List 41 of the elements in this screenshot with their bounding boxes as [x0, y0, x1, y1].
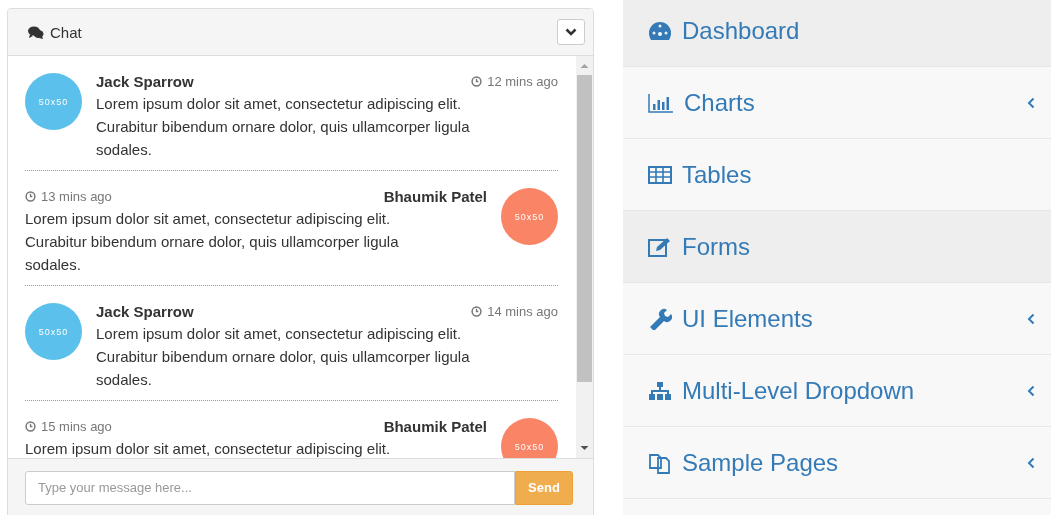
message-text: Lorem ipsum dolor sit amet, consectetur adipiscing elit. [25, 439, 392, 458]
avatar-label: 50x50 [514, 441, 545, 452]
sidebar-item[interactable]: Dashboard [623, 0, 1051, 67]
clock-icon [471, 306, 483, 317]
clock-icon [471, 76, 483, 87]
panel-title: Chat [28, 23, 82, 41]
message-input[interactable]: Type your message here... [25, 470, 515, 505]
files-icon [648, 451, 672, 474]
clock-icon [25, 191, 36, 202]
message-text: Lorem ipsum dolor sit amet, consectetur adipiscing elit. Curabitur bibendum ornare dolor, quis ullamcorper ligula sodales. [96, 324, 471, 390]
table-icon [648, 165, 672, 184]
message-time: 15 mins ago [25, 419, 112, 434]
author-name: Jack Sparrow [96, 73, 194, 90]
sidebar-item[interactable]: Forms [623, 211, 1051, 283]
sitemap-icon [648, 380, 672, 401]
message-time: 13 mins ago [25, 189, 112, 204]
sidebar-item[interactable]: Sample Pages [623, 427, 1051, 499]
message-text: Lorem ipsum dolor sit amet, consectetur adipiscing elit. Curabitur bibendum ornare dolor, quis ullamcorper ligula sodales. [25, 209, 400, 275]
message-time: 12 mins ago [471, 74, 558, 89]
author-name: Bhaumik Patel [383, 418, 487, 435]
sidebar-item[interactable]: Tables [623, 139, 1051, 211]
message-time: 14 mins ago [471, 304, 558, 319]
author-name: Jack Sparrow [96, 303, 194, 320]
avatar-label: 50x50 [514, 211, 545, 222]
comments-icon [28, 25, 44, 39]
clock-icon [25, 421, 36, 432]
collapse-button[interactable] [557, 19, 585, 45]
avatar-label: 50x50 [38, 96, 69, 107]
sidebar-item[interactable]: UI Elements [623, 283, 1051, 355]
author-name: Bhaumik Patel [383, 188, 487, 205]
bar-chart-icon [648, 92, 674, 113]
scrollbar[interactable] [576, 56, 593, 458]
edit-icon [648, 236, 672, 257]
sidebar-item[interactable]: Charts [623, 67, 1051, 139]
message-text: Lorem ipsum dolor sit amet, consectetur adipiscing elit. Curabitur bibendum ornare dolor, quis ullamcorper ligula sodales. [96, 94, 471, 160]
wrench-icon [648, 307, 672, 330]
gauge-icon [648, 20, 672, 41]
avatar-label: 50x50 [38, 326, 69, 337]
sidebar-item[interactable] [623, 499, 1051, 515]
chevron-down-icon [565, 28, 577, 36]
sidebar-item[interactable]: Multi-Level Dropdown [623, 355, 1051, 427]
